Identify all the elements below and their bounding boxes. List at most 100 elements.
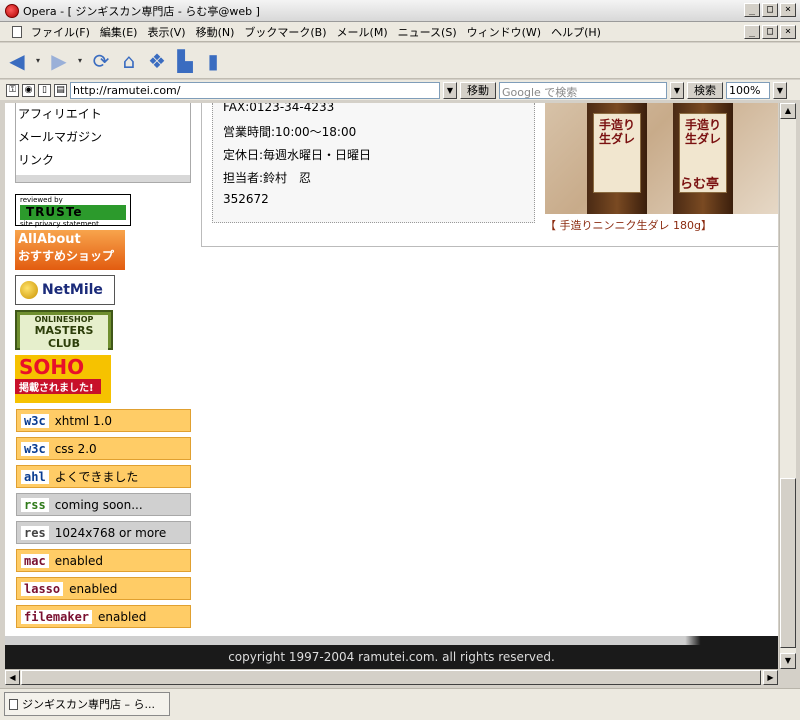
scroll-right-icon[interactable]: ▶: [763, 670, 778, 685]
badge-filemaker[interactable]: filemaker enabled: [16, 605, 191, 628]
badge-css[interactable]: w3c css 2.0: [16, 437, 191, 460]
shop-fax: FAX:0123-34-4233: [223, 103, 335, 114]
badge-xhtml[interactable]: w3c xhtml 1.0: [16, 409, 191, 432]
hotlist-icon[interactable]: ❖: [146, 49, 168, 73]
netmile-logo-icon: [20, 281, 38, 299]
menu-news[interactable]: ニュース(S): [393, 24, 462, 40]
badge-tag: rss: [21, 497, 49, 512]
badge-rss[interactable]: rss coming soon...: [16, 493, 191, 516]
go-button[interactable]: 移動: [460, 81, 496, 99]
truste-banner[interactable]: reviewed by TRUSTe site privacy statemen…: [15, 194, 131, 228]
badge-text: よくできました: [54, 470, 139, 484]
access-counter: 352672: [223, 192, 269, 206]
scroll-down-icon[interactable]: ▼: [780, 653, 796, 669]
horizontal-scrollbar[interactable]: ◀ ▶: [5, 669, 778, 685]
back-icon[interactable]: ◀: [6, 49, 28, 73]
home-icon[interactable]: ⌂: [118, 49, 140, 73]
badge-text: css 2.0: [54, 441, 97, 456]
sidebar-menu: アフィリエイト メールマガジン リンク: [15, 103, 191, 183]
badge-text: enabled: [54, 553, 103, 568]
url-dropdown-icon[interactable]: ▼: [443, 81, 457, 99]
product-caption[interactable]: 【 手造りニンニク生ダレ 180g】: [545, 217, 712, 233]
page-info-icon[interactable]: ▯: [38, 83, 51, 97]
badge-resolution[interactable]: res 1024x768 or more: [16, 521, 191, 544]
maximize-button[interactable]: □: [762, 3, 778, 17]
menu-window[interactable]: ウィンドウ(W): [462, 24, 546, 40]
bottle-brand: らむ亭: [680, 177, 720, 192]
menu-bookmarks[interactable]: ブックマーク(B): [239, 24, 331, 40]
bottle-label: 手造り生ダレ: [593, 113, 641, 193]
vertical-scroll-thumb[interactable]: [780, 478, 796, 648]
mdi-minimize-button[interactable]: _: [744, 25, 760, 39]
scroll-left-icon[interactable]: ◀: [5, 670, 20, 685]
badge-tag: res: [21, 525, 49, 540]
shop-info-box: FAX:0123-34-4233 営業時間:10:00～18:00 定休日:毎週…: [212, 103, 535, 223]
document-icon: [12, 25, 22, 38]
menu-box-footer: [16, 175, 190, 182]
forward-icon[interactable]: ▶: [48, 49, 70, 73]
back-history-icon[interactable]: ▾: [34, 50, 42, 72]
soho-banner[interactable]: SOHO 掲載されました!: [15, 355, 111, 403]
page-viewport: アフィリエイト メールマガジン リンク reviewed by TRUSTe s…: [5, 103, 778, 669]
masters-club-banner[interactable]: ONLINESHOP MASTERS CLUB: [15, 310, 113, 350]
print-icon[interactable]: ▙: [174, 49, 196, 73]
shop-hours: 営業時間:10:00～18:00: [223, 125, 357, 139]
badge-text: coming soon...: [54, 497, 143, 512]
soho-subtitle: 掲載されました!: [15, 379, 101, 394]
tab-bar: ジンギスカン専門店 – ら...: [0, 688, 800, 720]
netmile-banner[interactable]: NetMile: [15, 275, 115, 305]
mdi-restore-button[interactable]: □: [762, 25, 778, 39]
window-title: Opera - [ ジンギスカン専門店 - らむ亭@web ]: [23, 4, 260, 18]
truste-top-text: reviewed by: [20, 196, 63, 204]
search-dropdown-icon[interactable]: ▼: [670, 81, 684, 99]
sidebar-link-links[interactable]: リンク: [16, 149, 190, 172]
mdi-close-button[interactable]: ×: [780, 25, 796, 39]
sauce-bottle-left: 手造り生ダレ: [587, 103, 647, 214]
url-input[interactable]: http://ramutei.com/: [70, 81, 440, 99]
menu-help[interactable]: ヘルプ(H): [546, 24, 606, 40]
badge-lasso[interactable]: lasso enabled: [16, 577, 191, 600]
page-footer: copyright 1997-2004 ramutei.com. all rig…: [5, 636, 778, 669]
close-button[interactable]: ×: [780, 3, 796, 17]
badge-tag: w3c: [21, 413, 49, 428]
search-input[interactable]: Google で検索: [499, 81, 667, 99]
menu-edit[interactable]: 編集(E): [95, 24, 143, 40]
forward-history-icon[interactable]: ▾: [76, 50, 84, 72]
shop-contact: 担当者:鈴村 忍: [223, 171, 312, 185]
badge-ahl[interactable]: ahl よくできました: [16, 465, 191, 488]
menu-navigation[interactable]: 移動(N): [191, 24, 240, 40]
zoom-select[interactable]: 100%: [726, 81, 770, 99]
sidebar-link-mailmagazine[interactable]: メールマガジン: [16, 126, 190, 149]
masters-line1: ONLINESHOP: [34, 315, 94, 324]
menu-file[interactable]: ファイル(F): [26, 24, 95, 40]
scroll-up-icon[interactable]: ▲: [780, 103, 796, 119]
copyright-text: copyright 1997-2004 ramutei.com. all rig…: [228, 650, 555, 664]
badge-tag: mac: [21, 553, 49, 568]
sidebar-link-affiliate[interactable]: アフィリエイト: [16, 103, 190, 126]
badge-text: enabled: [69, 581, 118, 596]
masters-line2: MASTERS CLUB: [34, 324, 94, 350]
reload-icon[interactable]: ⟳: [90, 49, 112, 73]
print-preview-icon[interactable]: ▤: [54, 83, 67, 97]
badge-tag: filemaker: [21, 609, 93, 624]
horizontal-scroll-thumb[interactable]: [21, 670, 761, 685]
zoom-dropdown-icon[interactable]: ▼: [773, 81, 787, 99]
menu-view[interactable]: 表示(V): [142, 24, 190, 40]
menu-bar: ファイル(F) 編集(E) 表示(V) 移動(N) ブックマーク(B) メール(…: [0, 22, 800, 42]
product-image[interactable]: 手造り生ダレ 手造り生ダレ らむ亭: [545, 103, 778, 214]
camera-icon[interactable]: ◉: [22, 83, 35, 97]
page-icon[interactable]: ▮: [202, 49, 224, 73]
title-bar: Opera - [ ジンギスカン専門店 - らむ亭@web ] _ □ ×: [0, 0, 800, 22]
security-icon[interactable]: ⚿: [6, 83, 19, 97]
badge-tag: lasso: [21, 581, 64, 596]
menu-mail[interactable]: メール(M): [332, 24, 393, 40]
badge-tag: w3c: [21, 441, 49, 456]
tab-current-page[interactable]: ジンギスカン専門店 – ら...: [4, 692, 170, 716]
minimize-button[interactable]: _: [744, 3, 760, 17]
vertical-scrollbar[interactable]: ▲ ▼: [779, 103, 796, 669]
shop-holiday: 定休日:毎週水曜日・日曜日: [223, 148, 372, 162]
badge-mac[interactable]: mac enabled: [16, 549, 191, 572]
allabout-banner[interactable]: AllAbout おすすめショップ: [15, 230, 125, 270]
badge-text: xhtml 1.0: [54, 413, 113, 428]
search-button[interactable]: 検索: [687, 81, 723, 99]
